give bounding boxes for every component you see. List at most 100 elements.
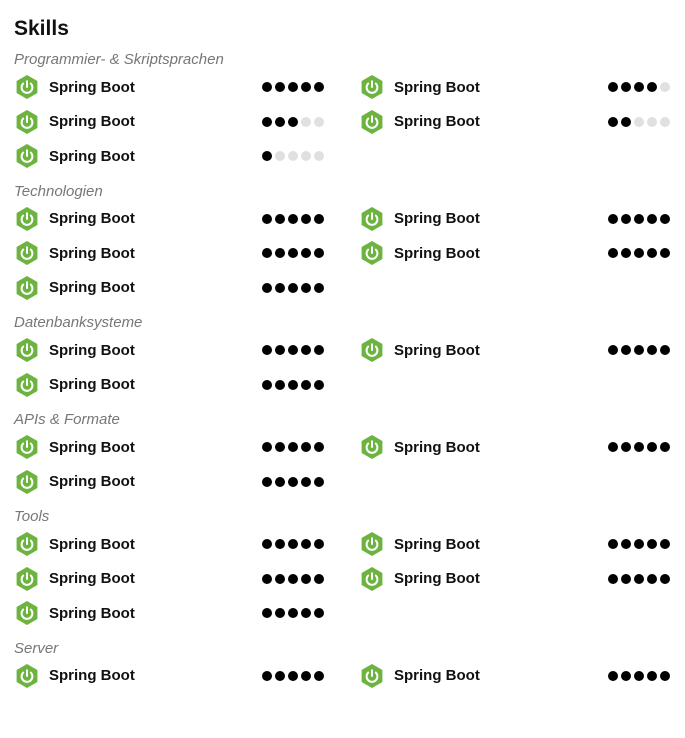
rating-dot-filled [275,442,285,453]
rating-dot-filled [621,573,631,584]
skill-name: Spring Boot [49,279,135,297]
skill-name: Spring Boot [49,210,135,228]
skill-item: Spring Boot [359,562,670,597]
skill-name: Spring Boot [49,535,135,553]
spring-boot-icon [14,600,40,626]
rating-dot-filled [288,670,298,681]
rating-dot-filled [288,82,298,93]
skill-name: Spring Boot [49,570,135,588]
rating-dot-filled [634,670,644,681]
spring-boot-icon [14,663,40,689]
rating-dot-empty [288,151,298,162]
skill-name: Spring Boot [394,113,480,131]
rating-dot-filled [275,670,285,681]
skill-grid: Spring Boot Spring Boot Spring Boot [14,333,671,402]
rating-dot-filled [275,608,285,619]
skill-name: Spring Boot [394,535,480,553]
rating-dot-filled [314,248,324,259]
rating-dot-filled [621,345,631,356]
rating-dot-filled [660,442,670,453]
skill-name: Spring Boot [49,78,135,96]
skill-item: Spring Boot [14,333,359,368]
rating-dot-filled [262,608,272,619]
spring-boot-icon [359,434,385,460]
rating-dot-filled [301,442,311,453]
spring-boot-icon [14,74,40,100]
rating-dot-filled [660,345,670,356]
spring-boot-icon [359,337,385,363]
skill-rating [262,282,324,293]
spring-boot-icon [359,663,385,689]
rating-dot-filled [262,213,272,224]
rating-dot-filled [275,573,285,584]
rating-dot-filled [314,573,324,584]
spring-boot-icon [14,469,40,495]
skill-name: Spring Boot [49,147,135,165]
rating-dot-empty [314,116,324,127]
spring-boot-icon [14,337,40,363]
skill-name: Spring Boot [49,341,135,359]
skill-rating [262,82,324,93]
section-title: Programmier- & Skriptsprachen [14,51,224,68]
rating-dot-filled [647,345,657,356]
skill-rating [262,213,324,224]
rating-dot-filled [647,573,657,584]
rating-dot-filled [660,573,670,584]
skill-section: Programmier- & Skriptsprachen Spring Boo… [14,51,671,174]
skill-item: Spring Boot [359,430,670,465]
rating-dot-filled [621,670,631,681]
rating-dot-filled [288,608,298,619]
section-title: APIs & Formate [14,411,120,428]
skill-name: Spring Boot [49,376,135,394]
skill-name: Spring Boot [49,244,135,262]
rating-dot-filled [634,573,644,584]
spring-boot-icon [14,372,40,398]
skill-item: Spring Boot [14,465,359,500]
rating-dot-filled [314,213,324,224]
spring-boot-icon [14,531,40,557]
skill-rating [262,442,324,453]
section-title: Tools [14,508,50,525]
skill-rating [608,82,670,93]
skill-name: Spring Boot [49,667,135,685]
rating-dot-filled [634,345,644,356]
skills-panel: Skills Programmier- & Skriptsprachen Spr… [0,0,685,738]
skill-rating [262,151,324,162]
skill-name: Spring Boot [49,438,135,456]
skill-rating [262,345,324,356]
rating-dot-filled [314,670,324,681]
skill-grid: Spring Boot Spring Boot [14,659,671,694]
skill-item: Spring Boot [14,202,359,237]
rating-dot-filled [262,345,272,356]
skill-name: Spring Boot [49,473,135,491]
rating-dot-filled [275,539,285,550]
spring-boot-icon [359,531,385,557]
rating-dot-filled [262,248,272,259]
skill-rating [262,539,324,550]
skill-item: Spring Boot [359,236,670,271]
rating-dot-filled [647,442,657,453]
rating-dot-filled [275,248,285,259]
skill-section: Datenbanksysteme Spring Boot Spring Boot [14,314,671,402]
rating-dot-filled [262,670,272,681]
rating-dot-filled [647,213,657,224]
rating-dot-filled [608,573,618,584]
rating-dot-filled [288,213,298,224]
spring-boot-icon [359,240,385,266]
rating-dot-filled [301,573,311,584]
rating-dot-filled [608,213,618,224]
rating-dot-filled [608,442,618,453]
skill-grid: Spring Boot Spring Boot Spring Boot [14,527,671,631]
rating-dot-filled [634,82,644,93]
skill-grid: Spring Boot Spring Boot Spring Boot [14,430,671,499]
spring-boot-icon [14,566,40,592]
skill-item: Spring Boot [359,527,670,562]
spring-boot-icon [14,206,40,232]
skill-name: Spring Boot [394,438,480,456]
spring-boot-icon [14,143,40,169]
rating-dot-filled [608,345,618,356]
skill-item: Spring Boot [14,70,359,105]
rating-dot-filled [275,345,285,356]
rating-dot-filled [660,670,670,681]
skill-rating [262,573,324,584]
